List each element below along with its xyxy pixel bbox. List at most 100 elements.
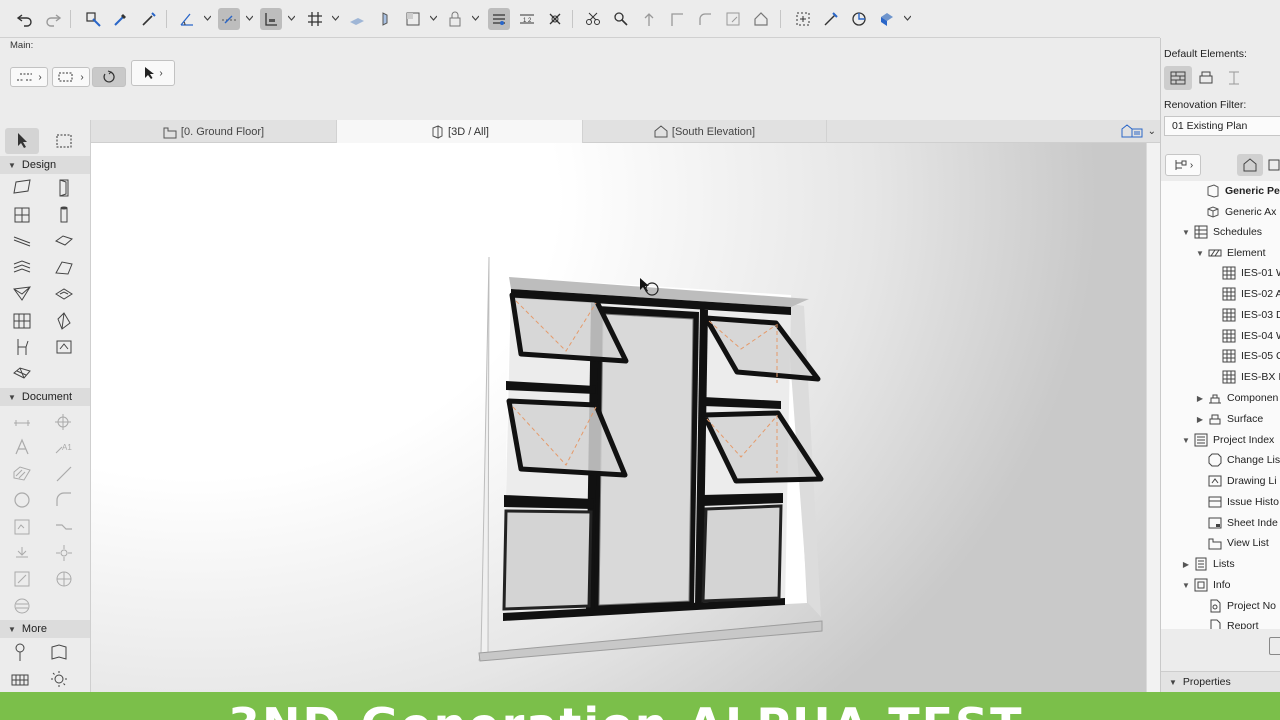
arrow-tool-selector[interactable]: › (131, 60, 175, 86)
zone-tool-icon[interactable] (53, 336, 75, 358)
layout-icon[interactable] (488, 8, 510, 30)
label-tool-icon[interactable]: A1 (53, 436, 75, 458)
hotspot-tool-icon[interactable] (11, 542, 33, 564)
tree-item-project-notes[interactable]: Project No (1208, 596, 1276, 616)
undo-icon[interactable] (14, 8, 36, 30)
text-tool-icon[interactable] (11, 436, 33, 458)
arrow-tool-icon[interactable] (12, 130, 34, 152)
angle-icon[interactable] (176, 8, 198, 30)
tab-view-options[interactable]: ⌄ (1120, 123, 1156, 139)
mesh-tool-icon[interactable] (11, 362, 33, 384)
dimension-tool-icon[interactable] (11, 410, 33, 432)
render-icon[interactable] (876, 8, 898, 30)
marquee-selector[interactable]: › (52, 67, 90, 87)
properties-panel-header[interactable]: ▼ Properties (1161, 671, 1280, 692)
level-dimension-tool-icon[interactable] (53, 410, 75, 432)
eyedropper-icon[interactable] (110, 8, 132, 30)
railing-tool-icon[interactable] (9, 668, 31, 690)
tree-item-ies-01[interactable]: IES-01 W (1222, 263, 1280, 283)
favorites-icon[interactable] (848, 8, 870, 30)
tree-item-drawing-list[interactable]: Drawing Li (1208, 471, 1277, 491)
tree-item-info[interactable]: ▼ Info (1181, 575, 1231, 595)
guide-line-icon[interactable] (218, 8, 240, 30)
morph-tool-icon[interactable] (53, 310, 75, 332)
inject-icon[interactable] (138, 8, 160, 30)
default-model-button[interactable] (1164, 66, 1192, 90)
tree-item-report[interactable]: Report (1208, 616, 1259, 629)
roof-icon[interactable] (694, 8, 716, 30)
fill-tool-icon[interactable] (11, 463, 33, 485)
elevation-tool-icon[interactable] (11, 568, 33, 590)
section-design[interactable]: ▼ Design (0, 156, 90, 174)
tree-item-ies-03[interactable]: IES-03 D (1222, 305, 1280, 325)
magic-wand-icon[interactable] (750, 8, 772, 30)
settings-button[interactable] (1269, 637, 1280, 655)
view-map-button[interactable] (1267, 154, 1280, 176)
tree-item-sheet-index[interactable]: Sheet Inde (1208, 513, 1278, 533)
split-icon[interactable] (544, 8, 566, 30)
tree-item-ies-04[interactable]: IES-04 W (1222, 326, 1280, 346)
skylight-tool-icon[interactable] (53, 283, 75, 305)
wall-end-tool-icon[interactable] (48, 641, 70, 663)
tree-item-components[interactable]: ▶ Componen (1195, 388, 1278, 408)
renovation-filter-select[interactable]: 01 Existing Plan (1164, 116, 1280, 136)
tab-south-elevation[interactable]: [South Elevation] (583, 120, 827, 143)
door-tool-icon[interactable] (53, 177, 75, 199)
tree-item-generic-perspective[interactable]: Generic Pe (1206, 181, 1280, 201)
curtain-icon[interactable] (666, 8, 688, 30)
worksheet-tool-icon[interactable] (53, 568, 75, 590)
figure-tool-icon[interactable] (11, 516, 33, 538)
adjust-icon[interactable] (582, 8, 604, 30)
tree-item-generic-axonometry[interactable]: Generic Ax (1206, 202, 1276, 222)
lamp-tool-icon[interactable] (48, 668, 70, 690)
stair-tool-icon[interactable] (11, 257, 33, 279)
beam-tool-icon[interactable] (11, 230, 33, 252)
tree-item-change-list[interactable]: Change Lis (1208, 450, 1280, 470)
gravity-icon[interactable] (346, 8, 368, 30)
tree-item-view-list[interactable]: View List (1208, 533, 1269, 553)
snap-icon[interactable] (260, 8, 282, 30)
window-tool-icon[interactable] (11, 204, 33, 226)
section-more[interactable]: ▼ More (0, 620, 90, 638)
window-3d-model[interactable] (91, 143, 1146, 692)
renovation-icon[interactable] (820, 8, 842, 30)
object-tool-icon[interactable] (11, 336, 33, 358)
roof-tool-icon[interactable] (53, 257, 75, 279)
pick-up-icon[interactable] (82, 8, 104, 30)
tab-ground-floor[interactable]: [0. Ground Floor] (91, 120, 337, 143)
tree-item-ies-02[interactable]: IES-02 A (1222, 284, 1280, 304)
navigator-map-selector[interactable]: › (1165, 154, 1201, 176)
wall-tool-icon[interactable] (11, 177, 33, 199)
measure-icon[interactable]: 1 2 (516, 8, 538, 30)
marquee-tool-icon[interactable] (53, 130, 75, 152)
change-tool-icon[interactable] (11, 595, 33, 617)
curtain-wall-tool-icon[interactable] (11, 310, 33, 332)
pet-palette-icon[interactable] (402, 8, 424, 30)
shell-tool-icon[interactable] (11, 283, 33, 305)
offset-icon[interactable] (610, 8, 632, 30)
default-document-button[interactable] (1220, 66, 1248, 90)
redo-icon[interactable] (42, 8, 64, 30)
viewport-scrollbar[interactable] (1146, 143, 1160, 692)
grid-element-tool-icon[interactable] (9, 641, 31, 663)
tab-3d-all[interactable]: [3D / All] (337, 120, 583, 143)
fillet-icon[interactable] (638, 8, 660, 30)
tree-item-lists[interactable]: ▶ Lists (1181, 554, 1235, 574)
column-tool-icon[interactable] (53, 204, 75, 226)
section-tool-icon[interactable] (53, 542, 75, 564)
3d-viewport[interactable] (91, 143, 1146, 692)
default-print-button[interactable] (1192, 66, 1220, 90)
layer-selector[interactable]: › (10, 67, 48, 87)
tree-item-ies-bx[interactable]: IES-BX I (1222, 367, 1280, 387)
circle-tool-icon[interactable] (11, 489, 33, 511)
section-document[interactable]: ▼ Document (0, 388, 90, 406)
arc-tool-icon[interactable] (53, 489, 75, 511)
slab-tool-icon[interactable] (53, 230, 75, 252)
line-tool-icon[interactable] (53, 463, 75, 485)
selection-icon[interactable] (792, 8, 814, 30)
tree-item-project-index[interactable]: ▼ Project Index (1181, 430, 1274, 450)
tree-item-element[interactable]: ▼ Element (1195, 243, 1266, 263)
grid-icon[interactable] (304, 8, 326, 30)
cursor-snap-icon[interactable] (374, 8, 396, 30)
rotate-selector[interactable] (92, 67, 126, 87)
